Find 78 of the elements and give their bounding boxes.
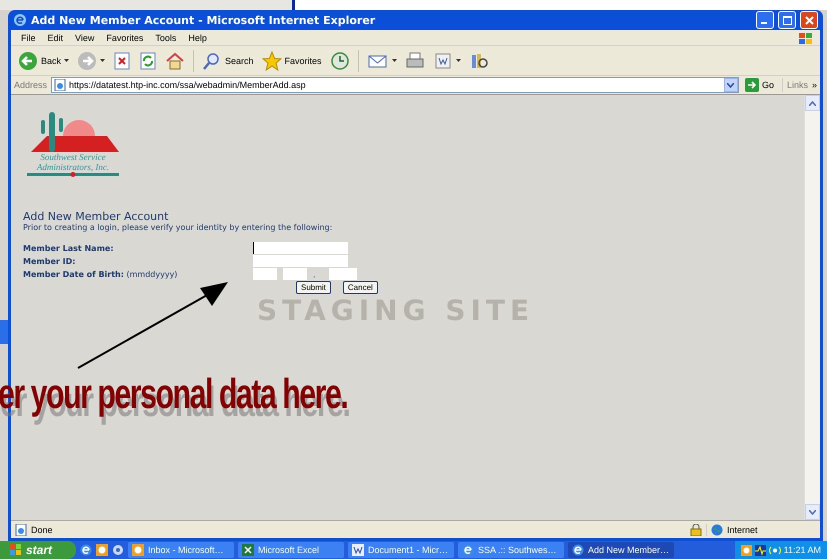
search-button[interactable]: Search xyxy=(199,50,257,70)
chevron-up-icon xyxy=(809,100,816,106)
globe-e-icon xyxy=(13,13,27,27)
separator-text: , xyxy=(313,270,317,278)
spreadsheet-icon xyxy=(242,544,254,556)
logo-text: Administrators, Inc. xyxy=(36,162,110,172)
caret-icon xyxy=(100,59,106,62)
calendar-icon xyxy=(132,544,144,556)
taskbar-button[interactable]: Document1 - Micr… xyxy=(348,542,454,558)
start-button[interactable]: start xyxy=(0,541,76,559)
arrow-right-icon xyxy=(744,78,759,92)
minimize-button[interactable] xyxy=(756,11,774,29)
address-label: Address xyxy=(14,80,48,90)
scrollbar[interactable] xyxy=(804,95,820,520)
menu-item[interactable]: Help xyxy=(182,32,213,42)
house-icon xyxy=(165,50,186,70)
input-field[interactable] xyxy=(253,242,348,254)
address-field[interactable]: https://datatest.htp-inc.com/ssa/webadmin/MemberAdd.asp xyxy=(51,77,739,93)
caret-icon xyxy=(64,59,70,62)
chevron-down-icon xyxy=(809,510,816,514)
status-text: Done xyxy=(31,524,54,534)
document-icon xyxy=(352,544,364,556)
taskbar-button[interactable]: Add New Member… xyxy=(568,542,674,558)
cancel-button[interactable]: Cancel xyxy=(342,281,378,294)
close-button[interactable] xyxy=(800,11,818,29)
submit-button[interactable]: Submit xyxy=(296,281,331,294)
document-icon xyxy=(432,50,453,70)
windows-flag-icon xyxy=(10,544,22,556)
chevron-down-icon xyxy=(727,82,734,88)
menu-item[interactable]: Edit xyxy=(42,32,70,42)
window-title: Add New Member Account - Microsoft Internet Explorer xyxy=(31,14,376,26)
calendar-icon xyxy=(96,544,108,556)
links-button[interactable]: Links xyxy=(786,80,808,90)
logo-text: Southwest Service xyxy=(40,152,106,162)
menu-item[interactable]: File xyxy=(15,32,42,42)
menu-item[interactable]: Favorites xyxy=(100,32,150,42)
taskbar-button[interactable]: SSA .:: Southwes… xyxy=(458,542,564,558)
clock-text: 11:21 AM xyxy=(784,545,821,555)
menu-item[interactable]: View xyxy=(69,32,100,42)
taskbar-button[interactable]: Microsoft Excel xyxy=(238,542,344,558)
input-field[interactable] xyxy=(253,255,348,267)
intro-text: Prior to creating a login, please verify your identity by entering the following: xyxy=(23,223,334,232)
caret-icon xyxy=(392,59,397,62)
field-label: Member Date of Birth: (mmddyyyy) xyxy=(23,270,178,278)
back-button[interactable]: Back xyxy=(15,50,72,70)
padlock-icon xyxy=(690,524,702,536)
field-label: Member ID: xyxy=(23,256,76,266)
month-field[interactable] xyxy=(253,268,277,280)
globe-e-icon xyxy=(80,544,92,556)
star-icon xyxy=(262,50,282,70)
windows-flag-icon xyxy=(798,32,814,46)
wireless-icon xyxy=(768,544,781,556)
printer-icon xyxy=(404,50,425,70)
logo-rule-icon xyxy=(27,172,119,177)
refresh-icon xyxy=(139,52,158,70)
field-label: Member Last Name: xyxy=(23,244,115,252)
page-heading: Add New Member Account xyxy=(23,210,170,223)
zone-text: Internet xyxy=(727,524,758,534)
favorites-button[interactable]: Favorites xyxy=(258,50,325,70)
close-icon xyxy=(804,16,814,24)
day-field[interactable] xyxy=(283,268,307,280)
globe-e-icon xyxy=(462,544,474,556)
menu-item[interactable]: Tools xyxy=(149,32,182,42)
maximize-button[interactable] xyxy=(778,11,796,29)
page-icon xyxy=(15,524,27,536)
year-field[interactable] xyxy=(329,268,357,280)
go-button[interactable]: Go xyxy=(742,78,783,92)
chevron-text[interactable]: » xyxy=(812,80,817,90)
caret-icon xyxy=(456,59,461,62)
taskbar-button[interactable]: Inbox - Microsoft… xyxy=(128,542,234,558)
stop-icon xyxy=(113,52,132,70)
page-icon xyxy=(54,79,66,91)
pulse-icon xyxy=(754,544,766,556)
calendar-icon xyxy=(740,544,752,556)
dropdown-button[interactable] xyxy=(724,78,738,92)
globe-e-icon xyxy=(572,544,584,556)
maximize-icon xyxy=(782,16,792,24)
globe-icon xyxy=(711,524,723,536)
